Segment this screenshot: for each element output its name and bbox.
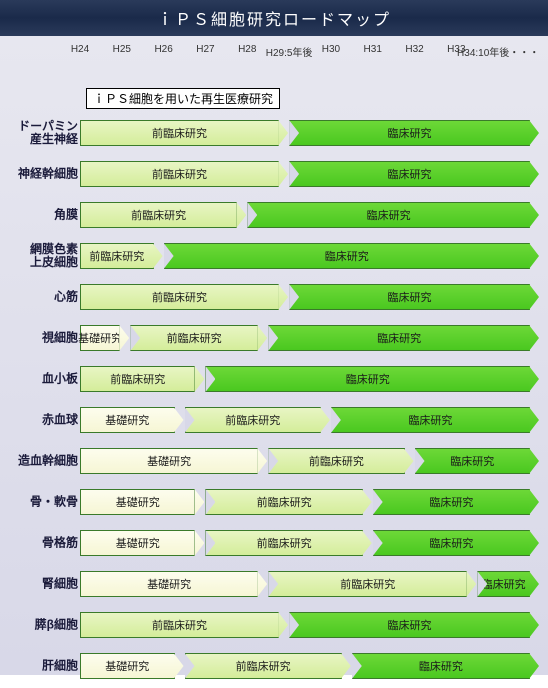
phase-bar: 基礎研究 [80, 571, 258, 597]
phase-bar: 基礎研究 [80, 325, 120, 351]
phase-bar: 前臨床研究 [268, 448, 404, 474]
chart-row: 肝細胞基礎研究前臨床研究臨床研究 [0, 647, 540, 685]
chart-row: 腎細胞基礎研究前臨床研究臨床研究 [0, 565, 540, 603]
row-bars: 前臨床研究臨床研究 [80, 161, 540, 187]
row-label: 造血幹細胞 [0, 454, 78, 467]
chart-row: 赤血球基礎研究前臨床研究臨床研究 [0, 401, 540, 439]
phase-bar: 前臨床研究 [268, 571, 467, 597]
x-tick-label: H24 [71, 44, 89, 55]
row-label: 血小板 [0, 372, 78, 385]
row-label: 視細胞 [0, 331, 78, 344]
phase-bar: 前臨床研究 [185, 407, 321, 433]
phase-bar: 臨床研究 [289, 120, 530, 146]
phase-bar: 前臨床研究 [80, 612, 279, 638]
phase-bar: 臨床研究 [247, 202, 530, 228]
phase-bar: 臨床研究 [289, 612, 530, 638]
title-bar: ｉＰＳ細胞研究ロードマップ [0, 0, 548, 36]
chart-row: 膵β細胞前臨床研究臨床研究 [0, 606, 540, 644]
subtitle-text: ｉＰＳ細胞を用いた再生医療研究 [93, 92, 273, 106]
phase-bar: 基礎研究 [80, 407, 175, 433]
roadmap-container: ｉＰＳ細胞研究ロードマップ H24 H25 H26 H27 H28 H29:5年後 H30 H… [0, 0, 548, 675]
chart-row: 血小板前臨床研究臨床研究 [0, 360, 540, 398]
row-label: 赤血球 [0, 413, 78, 426]
chart-row: 神経幹細胞前臨床研究臨床研究 [0, 155, 540, 193]
x-tick-label: H31 [364, 44, 382, 55]
phase-bar: 前臨床研究 [205, 530, 362, 556]
row-label: ドーパミン 産生神経 [0, 120, 78, 146]
row-bars: 前臨床研究臨床研究 [80, 612, 540, 638]
phase-bar: 前臨床研究 [185, 653, 342, 679]
row-bars: 基礎研究前臨床研究臨床研究 [80, 489, 540, 515]
row-label: 網膜色素 上皮細胞 [0, 243, 78, 269]
chart-row: 心筋前臨床研究臨床研究 [0, 278, 540, 316]
chart-row: 造血幹細胞基礎研究前臨床研究臨床研究 [0, 442, 540, 480]
title-text: ｉＰＳ細胞研究ロードマップ [157, 12, 391, 29]
row-label: 角膜 [0, 208, 78, 221]
x-tick-label: H25 [113, 44, 131, 55]
chart-row: 骨格筋基礎研究前臨床研究臨床研究 [0, 524, 540, 562]
phase-bar: 基礎研究 [80, 653, 175, 679]
row-bars: 前臨床研究臨床研究 [80, 202, 540, 228]
row-bars: 基礎研究前臨床研究臨床研究 [80, 407, 540, 433]
row-label: 肝細胞 [0, 659, 78, 672]
phase-bar: 前臨床研究 [80, 284, 279, 310]
row-label: 神経幹細胞 [0, 167, 78, 180]
chart-row: ドーパミン 産生神経前臨床研究臨床研究 [0, 114, 540, 152]
row-bars: 前臨床研究臨床研究 [80, 120, 540, 146]
row-bars: 基礎研究前臨床研究臨床研究 [80, 448, 540, 474]
phase-bar: 臨床研究 [268, 325, 530, 351]
chart-row: 骨・軟骨基礎研究前臨床研究臨床研究 [0, 483, 540, 521]
row-bars: 基礎研究前臨床研究臨床研究 [80, 530, 540, 556]
rows-container: ドーパミン 産生神経前臨床研究臨床研究神経幹細胞前臨床研究臨床研究角膜前臨床研究… [0, 114, 540, 688]
phase-bar: 前臨床研究 [130, 325, 258, 351]
phase-bar: 前臨床研究 [80, 120, 279, 146]
x-tick-label: H27 [196, 44, 214, 55]
row-bars: 基礎研究前臨床研究臨床研究 [80, 325, 540, 351]
row-bars: 基礎研究前臨床研究臨床研究 [80, 653, 540, 679]
x-tick-label: H34:10年後・・・ [457, 44, 539, 59]
row-bars: 前臨床研究臨床研究 [80, 366, 540, 392]
phase-bar: 前臨床研究 [205, 489, 362, 515]
chart-row: 視細胞基礎研究前臨床研究臨床研究 [0, 319, 540, 357]
phase-bar: 前臨床研究 [80, 243, 154, 269]
subtitle-box: ｉＰＳ細胞を用いた再生医療研究 [86, 88, 280, 109]
phase-bar: 臨床研究 [164, 243, 530, 269]
row-bars: 前臨床研究臨床研究 [80, 243, 540, 269]
row-label: 膵β細胞 [0, 618, 78, 631]
x-tick-label: H32 [405, 44, 423, 55]
phase-bar: 臨床研究 [205, 366, 530, 392]
phase-bar: 基礎研究 [80, 530, 195, 556]
row-bars: 前臨床研究臨床研究 [80, 284, 540, 310]
phase-bar: 前臨床研究 [80, 161, 279, 187]
phase-bar: 臨床研究 [415, 448, 530, 474]
phase-bar: 前臨床研究 [80, 202, 237, 228]
phase-bar: 臨床研究 [373, 489, 530, 515]
phase-bar: 臨床研究 [331, 407, 530, 433]
phase-bar: 基礎研究 [80, 448, 258, 474]
row-label: 骨・軟骨 [0, 495, 78, 508]
chart-row: 網膜色素 上皮細胞前臨床研究臨床研究 [0, 237, 540, 275]
phase-bar: 前臨床研究 [80, 366, 195, 392]
x-axis: H24H25H26H27H28H29:5年後H30H31H32H33H34:10… [80, 44, 540, 64]
phase-bar: 臨床研究 [289, 161, 530, 187]
phase-bar: 臨床研究 [352, 653, 530, 679]
row-label: 骨格筋 [0, 536, 78, 549]
phase-bar: 臨床研究 [289, 284, 530, 310]
phase-bar: 基礎研究 [80, 489, 195, 515]
row-bars: 基礎研究前臨床研究臨床研究 [80, 571, 540, 597]
chart-area: H24H25H26H27H28H29:5年後H30H31H32H33H34:10… [0, 36, 548, 72]
chart-row: 角膜前臨床研究臨床研究 [0, 196, 540, 234]
row-label: 心筋 [0, 290, 78, 303]
x-tick-label: H29:5年後 [266, 44, 313, 59]
x-tick-label: H28 [238, 44, 256, 55]
x-tick-label: H26 [154, 44, 172, 55]
x-tick-label: H30 [322, 44, 340, 55]
row-label: 腎細胞 [0, 577, 78, 590]
phase-bar: 臨床研究 [373, 530, 530, 556]
phase-bar: 臨床研究 [477, 571, 530, 597]
